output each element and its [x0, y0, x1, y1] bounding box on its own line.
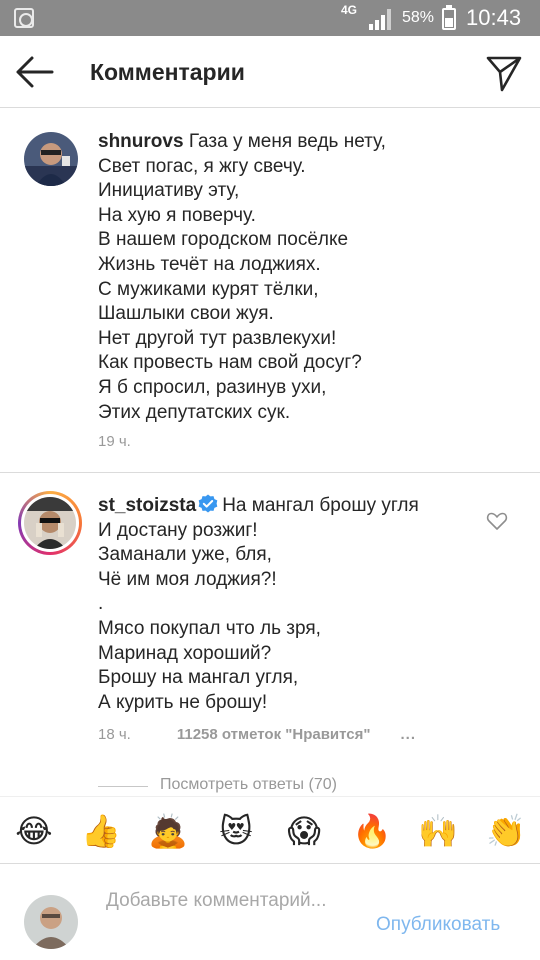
comment-timestamp: 18 ч.: [98, 726, 131, 743]
person-raising-hands-icon[interactable]: 🙌: [418, 811, 458, 851]
back-button[interactable]: [12, 52, 56, 92]
network-type: 4G: [341, 3, 358, 17]
battery-icon: [442, 5, 456, 30]
user-photo-icon: [24, 497, 76, 549]
heart-eyes-cat-icon[interactable]: 😻: [216, 811, 256, 851]
replies-line: [98, 786, 148, 787]
signal-icon: [369, 9, 391, 30]
status-bar: 4G 58% 10:43: [0, 0, 540, 36]
fire-icon[interactable]: 🔥: [352, 811, 392, 851]
like-comment-button[interactable]: [486, 510, 508, 532]
current-user-avatar: [24, 895, 78, 949]
clapping-hands-icon[interactable]: 👏: [486, 811, 526, 851]
avatar[interactable]: [18, 491, 82, 555]
comment-first-line: Газа у меня ведь нету,: [188, 131, 386, 152]
likes-count-link[interactable]: 11258 отметок "Нравится": [177, 726, 371, 743]
comment-text: st_stoizsta На мангал брошу угля И достан…: [98, 494, 478, 715]
comment-first-line: На мангал брошу угля: [222, 495, 419, 516]
heart-outline-icon: [486, 512, 508, 530]
person-bowing-icon[interactable]: 🙇: [148, 811, 188, 851]
verified-badge-icon: [198, 494, 218, 513]
post-comment-button[interactable]: Опубликовать: [376, 914, 500, 936]
user-photo-icon: [24, 895, 78, 949]
page-title: Комментарии: [90, 59, 245, 85]
comment-timestamp: 19 ч.: [98, 433, 131, 450]
comment-input[interactable]: [106, 888, 356, 944]
comment-body: И достану розжиг! Заманали уже, бля, Чё …: [98, 519, 321, 713]
face-screaming-icon[interactable]: 😱: [284, 811, 324, 851]
comment-meta: 18 ч. 11258 отметок "Нравится"...: [98, 726, 416, 743]
user-photo-icon: [24, 132, 78, 186]
direct-share-button[interactable]: [482, 50, 526, 94]
comment-composer: Опубликовать: [0, 864, 540, 960]
view-replies-label: Посмотреть ответы (70): [160, 776, 337, 793]
back-arrow-icon: [16, 56, 54, 88]
comment-username[interactable]: st_stoizsta: [98, 495, 196, 516]
battery-percent: 58%: [402, 9, 435, 26]
comment-body: Свет погас, я жгу свечу. Инициативу эту,…: [98, 155, 362, 423]
gallery-icon: [14, 8, 34, 28]
face-with-tears-of-joy-icon[interactable]: 😂: [14, 811, 54, 851]
view-replies-button[interactable]: Посмотреть ответы (70): [98, 776, 398, 798]
paper-plane-icon: [486, 56, 522, 92]
avatar[interactable]: [24, 132, 78, 186]
clock: 10:43: [466, 5, 522, 30]
thumbs-up-icon[interactable]: 👍: [81, 811, 121, 851]
emoji-quick-bar: 😂 👍 🙇 😻 😱 🔥 🙌 👏: [0, 796, 540, 864]
header-bar: Комментарии: [0, 36, 540, 108]
divider: [0, 472, 540, 473]
comment-meta: 19 ч.: [98, 433, 131, 450]
comment-text: shnurovs Газа у меня ведь нету, Свет пог…: [98, 130, 518, 425]
comment-username[interactable]: shnurovs: [98, 131, 184, 152]
more-options-button[interactable]: ...: [401, 726, 417, 743]
